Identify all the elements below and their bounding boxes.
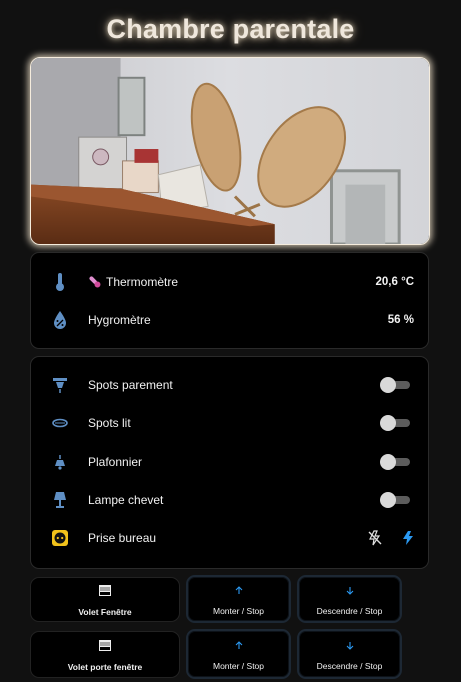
sensor-label: Hygromètre <box>88 313 151 327</box>
shutter-down-button[interactable]: Descendre / Stop <box>297 575 402 623</box>
camera-snapshot[interactable] <box>30 57 430 245</box>
light-toggle[interactable] <box>380 415 410 431</box>
sensor-row-thermometer[interactable]: Thermomètre 20,6 °C <box>31 267 428 297</box>
shutter-down-button[interactable]: Descendre / Stop <box>297 629 402 679</box>
light-row-lampe-chevet[interactable]: Lampe chevet <box>31 485 428 515</box>
light-toggle[interactable] <box>380 377 410 393</box>
sensor-label: Thermomètre <box>106 275 179 289</box>
flash-off-icon[interactable] <box>367 530 383 546</box>
page-title: Chambre parentale <box>106 14 355 44</box>
power-socket-icon <box>49 527 71 549</box>
window-shutter-icon <box>99 583 111 601</box>
window-shutter-icon <box>99 638 111 656</box>
thermometer-small-icon <box>88 275 102 289</box>
lamp-icon <box>49 489 71 511</box>
shutter-name-button[interactable]: Volet porte fenêtre <box>30 631 180 678</box>
light-label: Spots parement <box>88 378 173 392</box>
outlet-row-prise-bureau[interactable]: Prise bureau <box>31 523 428 553</box>
light-label: Spots lit <box>88 416 131 430</box>
light-row-spots-lit[interactable]: Spots lit <box>31 408 428 438</box>
shutter-name-button[interactable]: Volet Fenêtre <box>30 577 180 622</box>
sensor-row-hygrometer[interactable]: Hygromètre 56 % <box>31 305 428 335</box>
water-percent-icon <box>49 309 71 331</box>
ceiling-ring-icon <box>49 412 71 434</box>
shutter-up-label: Monter / Stop <box>212 661 265 671</box>
ceiling-light-icon <box>49 451 71 473</box>
flash-icon[interactable] <box>400 530 416 546</box>
outlet-label: Prise bureau <box>88 531 157 545</box>
thermometer-icon <box>49 271 71 293</box>
light-toggle[interactable] <box>380 454 410 470</box>
camera-image <box>31 58 429 244</box>
shutter-up-button[interactable]: Monter / Stop <box>186 629 291 679</box>
sensor-value: 20,6 °C <box>375 276 414 288</box>
shutter-up-label: Monter / Stop <box>212 606 265 616</box>
sensor-value: 56 % <box>387 314 414 326</box>
shutter-name: Volet Fenêtre <box>78 606 132 617</box>
arrow-down-icon <box>346 637 354 655</box>
shutter-up-button[interactable]: Monter / Stop <box>186 575 291 623</box>
sensors-card: Thermomètre 20,6 °C Hygromètre 56 % <box>30 252 429 349</box>
light-label: Plafonnier <box>88 455 143 469</box>
arrow-down-icon <box>346 582 354 600</box>
shutter-name: Volet porte fenêtre <box>67 661 143 672</box>
ceiling-spot-icon <box>49 374 71 396</box>
lights-card: Spots parement Spots lit Plafonnier Lamp… <box>30 356 429 569</box>
arrow-up-icon <box>235 637 243 655</box>
shutter-down-label: Descendre / Stop <box>316 606 383 616</box>
arrow-up-icon <box>235 582 243 600</box>
shutter-down-label: Descendre / Stop <box>316 661 383 671</box>
light-toggle[interactable] <box>380 492 410 508</box>
light-row-spots-parement[interactable]: Spots parement <box>31 370 428 400</box>
light-row-plafonnier[interactable]: Plafonnier <box>31 447 428 477</box>
light-label: Lampe chevet <box>88 493 164 507</box>
